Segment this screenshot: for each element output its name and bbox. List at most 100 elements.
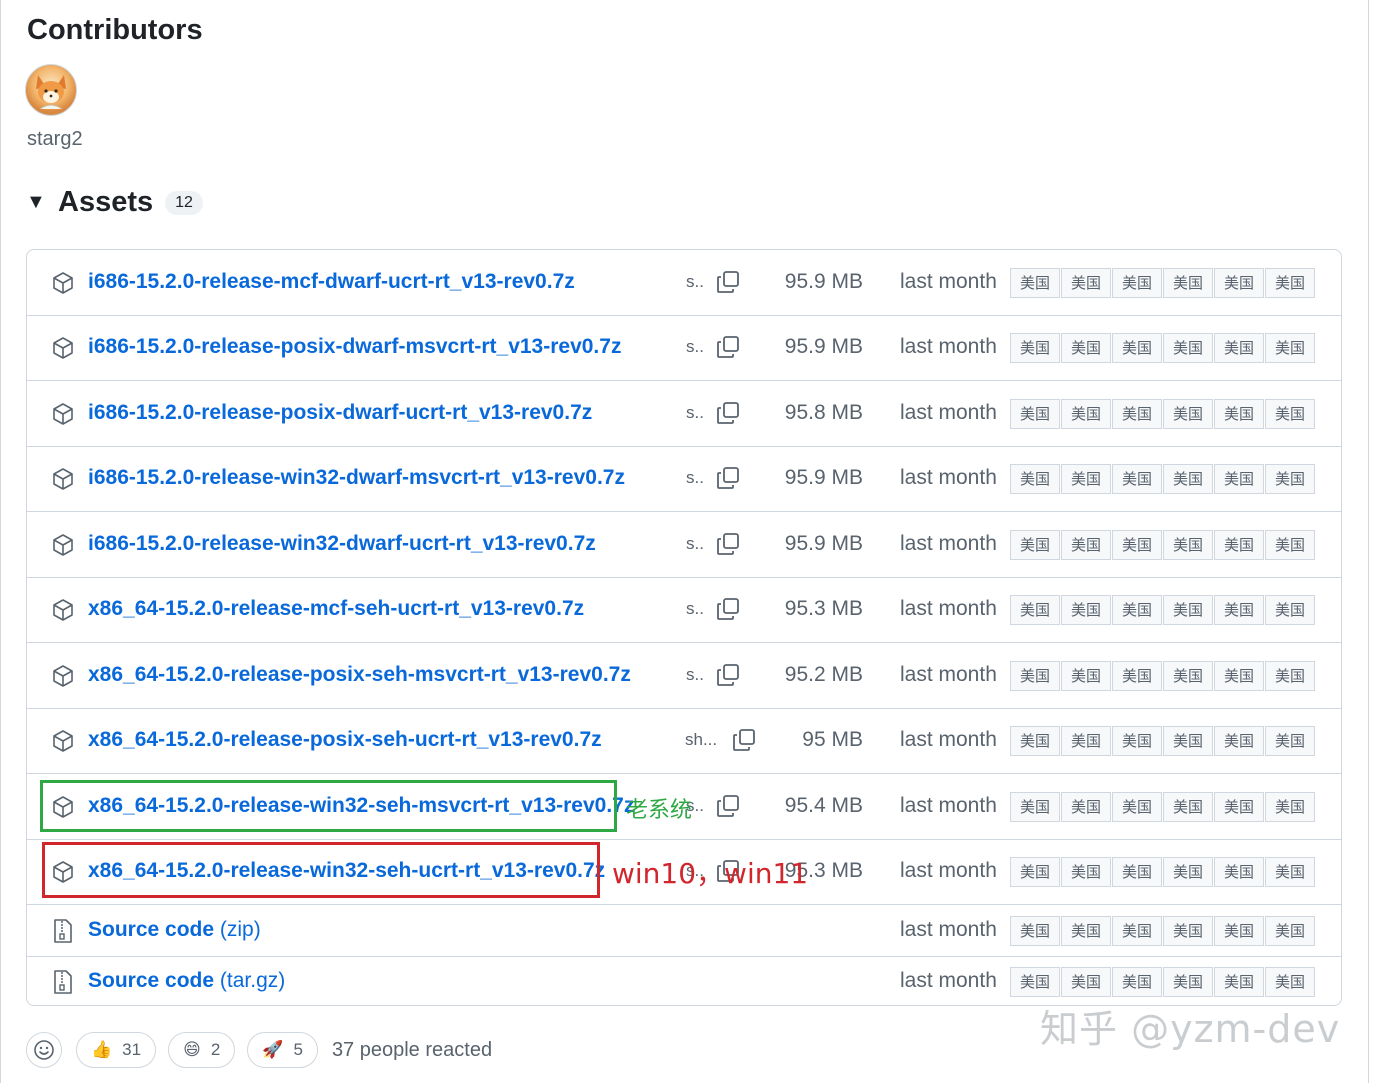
mirror-button-us[interactable]: 美国 xyxy=(1112,267,1162,298)
mirror-button-us[interactable]: 美国 xyxy=(1163,660,1213,691)
mirror-button-us[interactable]: 美国 xyxy=(1061,332,1111,363)
copy-icon[interactable] xyxy=(715,596,741,622)
mirror-button-us[interactable]: 美国 xyxy=(1163,915,1213,946)
mirror-button-us[interactable]: 美国 xyxy=(1010,529,1060,560)
mirror-button-us[interactable]: 美国 xyxy=(1214,332,1264,363)
mirror-button-us[interactable]: 美国 xyxy=(1265,856,1315,887)
copy-icon[interactable] xyxy=(715,400,741,426)
mirror-button-us[interactable]: 美国 xyxy=(1061,594,1111,625)
reaction-smile[interactable]: 😄 2 xyxy=(168,1032,236,1068)
contributor-name[interactable]: starg2 xyxy=(27,128,83,151)
mirror-button-us[interactable]: 美国 xyxy=(1061,463,1111,494)
mirror-button-us[interactable]: 美国 xyxy=(1112,856,1162,887)
mirror-button-us[interactable]: 美国 xyxy=(1163,529,1213,560)
mirror-button-us[interactable]: 美国 xyxy=(1214,725,1264,756)
asset-download-link[interactable]: x86_64-15.2.0-release-posix-seh-ucrt-rt_… xyxy=(88,728,602,752)
mirror-button-us[interactable]: 美国 xyxy=(1214,966,1264,997)
mirror-button-us[interactable]: 美国 xyxy=(1061,660,1111,691)
copy-icon[interactable] xyxy=(715,531,741,557)
mirror-button-us[interactable]: 美国 xyxy=(1112,791,1162,822)
mirror-button-us[interactable]: 美国 xyxy=(1061,725,1111,756)
mirror-button-us[interactable]: 美国 xyxy=(1112,966,1162,997)
mirror-button-us[interactable]: 美国 xyxy=(1214,791,1264,822)
mirror-button-us[interactable]: 美国 xyxy=(1265,660,1315,691)
source-code-link[interactable]: Source code (tar.gz) xyxy=(88,969,285,993)
copy-icon[interactable] xyxy=(731,727,757,753)
mirror-button-us[interactable]: 美国 xyxy=(1265,463,1315,494)
source-code-link[interactable]: Source code (zip) xyxy=(88,918,261,942)
asset-download-link[interactable]: i686-15.2.0-release-posix-dwarf-msvcrt-r… xyxy=(88,335,621,359)
asset-download-link[interactable]: i686-15.2.0-release-win32-dwarf-msvcrt-r… xyxy=(88,466,625,490)
mirror-button-us[interactable]: 美国 xyxy=(1112,594,1162,625)
mirror-button-us[interactable]: 美国 xyxy=(1061,398,1111,429)
mirror-button-us[interactable]: 美国 xyxy=(1163,725,1213,756)
mirror-button-us[interactable]: 美国 xyxy=(1163,332,1213,363)
mirror-button-us[interactable]: 美国 xyxy=(1112,725,1162,756)
mirror-button-us[interactable]: 美国 xyxy=(1112,398,1162,429)
mirror-button-us[interactable]: 美国 xyxy=(1214,856,1264,887)
add-reaction-button[interactable] xyxy=(26,1032,62,1068)
copy-icon[interactable] xyxy=(715,793,741,819)
copy-icon[interactable] xyxy=(715,269,741,295)
mirror-button-us[interactable]: 美国 xyxy=(1112,915,1162,946)
mirror-button-us[interactable]: 美国 xyxy=(1112,332,1162,363)
mirror-button-us[interactable]: 美国 xyxy=(1163,791,1213,822)
asset-download-link[interactable]: i686-15.2.0-release-posix-dwarf-ucrt-rt_… xyxy=(88,401,592,425)
asset-download-link[interactable]: i686-15.2.0-release-win32-dwarf-ucrt-rt_… xyxy=(88,532,596,556)
mirror-button-us[interactable]: 美国 xyxy=(1010,915,1060,946)
mirror-button-us[interactable]: 美国 xyxy=(1061,791,1111,822)
mirror-button-us[interactable]: 美国 xyxy=(1214,267,1264,298)
mirror-button-us[interactable]: 美国 xyxy=(1010,267,1060,298)
mirror-button-us[interactable]: 美国 xyxy=(1163,463,1213,494)
avatar[interactable] xyxy=(25,64,77,116)
mirror-button-us[interactable]: 美国 xyxy=(1214,529,1264,560)
mirror-button-us[interactable]: 美国 xyxy=(1010,463,1060,494)
mirror-button-us[interactable]: 美国 xyxy=(1265,915,1315,946)
collapse-caret-icon[interactable]: ▼ xyxy=(26,191,48,214)
mirror-button-us[interactable]: 美国 xyxy=(1061,856,1111,887)
reaction-thumbs-up[interactable]: 👍 31 xyxy=(76,1032,157,1068)
mirror-button-us[interactable]: 美国 xyxy=(1010,594,1060,625)
mirror-button-us[interactable]: 美国 xyxy=(1214,463,1264,494)
mirror-button-us[interactable]: 美国 xyxy=(1214,915,1264,946)
copy-icon[interactable] xyxy=(715,334,741,360)
mirror-button-us[interactable]: 美国 xyxy=(1112,660,1162,691)
sha256-digest: s.. xyxy=(686,664,704,684)
mirror-button-us[interactable]: 美国 xyxy=(1163,398,1213,429)
mirror-button-us[interactable]: 美国 xyxy=(1265,529,1315,560)
asset-download-link[interactable]: x86_64-15.2.0-release-mcf-seh-ucrt-rt_v1… xyxy=(88,597,584,621)
mirror-button-us[interactable]: 美国 xyxy=(1010,966,1060,997)
mirror-button-us[interactable]: 美国 xyxy=(1061,529,1111,560)
mirror-button-us[interactable]: 美国 xyxy=(1163,856,1213,887)
mirror-button-us[interactable]: 美国 xyxy=(1265,725,1315,756)
mirror-button-us[interactable]: 美国 xyxy=(1265,966,1315,997)
mirror-button-us[interactable]: 美国 xyxy=(1163,594,1213,625)
asset-download-link[interactable]: x86_64-15.2.0-release-posix-seh-msvcrt-r… xyxy=(88,663,631,687)
mirror-button-us[interactable]: 美国 xyxy=(1112,529,1162,560)
asset-download-link[interactable]: i686-15.2.0-release-mcf-dwarf-ucrt-rt_v1… xyxy=(88,270,575,294)
mirror-button-us[interactable]: 美国 xyxy=(1010,725,1060,756)
mirror-buttons: 美国 美国 美国 美国 美国 美国 xyxy=(1010,915,1316,946)
mirror-button-us[interactable]: 美国 xyxy=(1010,398,1060,429)
mirror-button-us[interactable]: 美国 xyxy=(1163,966,1213,997)
mirror-button-us[interactable]: 美国 xyxy=(1265,267,1315,298)
mirror-button-us[interactable]: 美国 xyxy=(1061,267,1111,298)
mirror-button-us[interactable]: 美国 xyxy=(1265,332,1315,363)
mirror-button-us[interactable]: 美国 xyxy=(1112,463,1162,494)
mirror-button-us[interactable]: 美国 xyxy=(1010,332,1060,363)
mirror-button-us[interactable]: 美国 xyxy=(1061,966,1111,997)
reaction-rocket[interactable]: 🚀 5 xyxy=(247,1032,318,1068)
mirror-button-us[interactable]: 美国 xyxy=(1265,398,1315,429)
mirror-button-us[interactable]: 美国 xyxy=(1265,594,1315,625)
mirror-button-us[interactable]: 美国 xyxy=(1214,398,1264,429)
mirror-button-us[interactable]: 美国 xyxy=(1010,660,1060,691)
mirror-button-us[interactable]: 美国 xyxy=(1163,267,1213,298)
mirror-button-us[interactable]: 美国 xyxy=(1010,856,1060,887)
mirror-button-us[interactable]: 美国 xyxy=(1214,594,1264,625)
copy-icon[interactable] xyxy=(715,662,741,688)
mirror-button-us[interactable]: 美国 xyxy=(1010,791,1060,822)
mirror-button-us[interactable]: 美国 xyxy=(1265,791,1315,822)
mirror-button-us[interactable]: 美国 xyxy=(1061,915,1111,946)
mirror-button-us[interactable]: 美国 xyxy=(1214,660,1264,691)
copy-icon[interactable] xyxy=(715,465,741,491)
